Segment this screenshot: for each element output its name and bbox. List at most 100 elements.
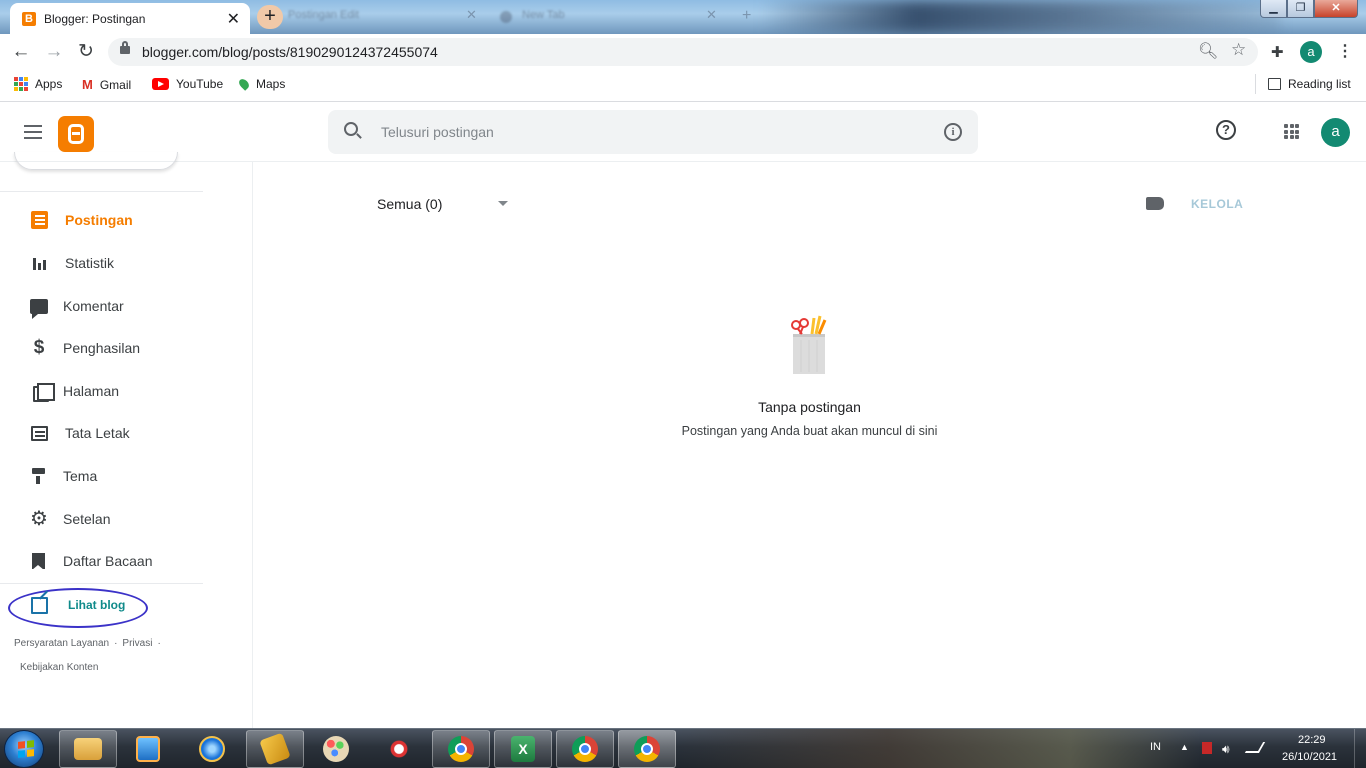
more-menu-icon[interactable]: ⋮	[1337, 41, 1353, 61]
excel-icon: X	[511, 736, 535, 762]
content-policy-link[interactable]: Kebijakan Konten	[20, 662, 98, 673]
bookmark-youtube[interactable]: YouTube	[152, 77, 223, 91]
divider	[0, 191, 203, 192]
taskbar-chrome-3[interactable]	[618, 730, 676, 768]
taskbar-chrome-2[interactable]	[556, 730, 614, 768]
address-bar[interactable]: blogger.com/blog/posts/81902901243724550…	[108, 38, 1258, 66]
browser-tab-strip: Blogger: Postingan ✕ + Postingan Edit ✕ …	[0, 0, 1366, 34]
taskbar-chrome-1[interactable]	[432, 730, 490, 768]
chrome-icon	[634, 736, 660, 762]
show-desktop-button[interactable]	[1354, 729, 1366, 768]
tab-title: Blogger: Postingan	[44, 11, 146, 26]
posts-icon	[31, 211, 48, 229]
start-button[interactable]	[4, 730, 44, 768]
privacy-link[interactable]: Privasi	[122, 638, 152, 649]
sidebar-item-halaman[interactable]: Halaman	[0, 373, 253, 409]
volume-icon[interactable]: 🔊︎	[1222, 742, 1234, 756]
search-icon[interactable]	[344, 122, 358, 136]
clock-date[interactable]: 26/10/2021	[1282, 751, 1337, 763]
sidebar-item-tema[interactable]: Tema	[0, 458, 253, 494]
help-icon[interactable]: ?	[1216, 120, 1236, 140]
lock-icon[interactable]	[120, 41, 130, 54]
taskbar-excel[interactable]: X	[494, 730, 552, 768]
taskbar-internet-explorer[interactable]	[183, 730, 241, 768]
label-tag-icon[interactable]	[1146, 197, 1164, 210]
info-icon[interactable]: i	[944, 123, 962, 141]
sidebar-item-penghasilan[interactable]: $ Penghasilan	[0, 330, 253, 366]
taskbar-snipping-tool[interactable]	[370, 730, 428, 768]
zoom-icon[interactable]: 🔍︎	[1198, 41, 1218, 61]
sidebar-item-postingan[interactable]: Postingan	[0, 202, 253, 238]
sidebar: Postingan Statistik Komentar $ Penghasil…	[0, 152, 253, 728]
divider	[0, 583, 203, 584]
internet-explorer-icon	[199, 736, 225, 762]
blogger-logo[interactable]	[58, 116, 94, 152]
network-signal-icon[interactable]	[1244, 742, 1266, 753]
windows-taskbar: X IN ▲ 🔊︎ 22:29 26/10/2021	[0, 728, 1366, 768]
new-tab-favicon-icon	[500, 11, 512, 23]
close-window-button[interactable]: ✕	[1314, 0, 1358, 18]
profile-avatar[interactable]: a	[1300, 41, 1322, 63]
clock-time[interactable]: 22:29	[1298, 734, 1326, 746]
bookmark-maps[interactable]: Maps	[237, 77, 285, 91]
sidebar-item-label: Postingan	[65, 212, 133, 228]
taskbar-winamp[interactable]	[246, 730, 304, 768]
comment-icon	[30, 298, 48, 319]
bookmark-label: Apps	[35, 77, 63, 91]
sidebar-item-tata-letak[interactable]: Tata Letak	[0, 415, 253, 451]
app-header: Telusuri postingan i ? a	[0, 103, 1366, 162]
bookmark-gmail[interactable]: M Gmail	[82, 77, 131, 92]
search-posts-box[interactable]: Telusuri postingan i	[328, 110, 978, 154]
pages-icon	[33, 383, 55, 402]
dropdown-caret-icon[interactable]	[498, 201, 508, 206]
tab-close-icon[interactable]: ✕	[706, 7, 717, 23]
new-tab-icon[interactable]: +	[742, 7, 751, 25]
manage-labels-button[interactable]: KELOLA	[1191, 197, 1243, 211]
sidebar-item-komentar[interactable]: Komentar	[0, 288, 253, 324]
back-arrow-icon[interactable]: ←	[10, 41, 32, 63]
empty-state-title: Tanpa postingan	[758, 399, 861, 415]
theme-icon	[30, 467, 48, 485]
restore-button[interactable]: ❐	[1287, 0, 1314, 18]
tab-close-icon[interactable]: ✕	[227, 9, 240, 29]
new-tab-button[interactable]: +	[257, 5, 283, 29]
divider	[1255, 74, 1256, 94]
show-hidden-icons-icon[interactable]: ▲	[1180, 742, 1192, 754]
bookmark-star-icon[interactable]: ☆	[1231, 40, 1246, 60]
tab-new-tab[interactable]: New Tab	[522, 9, 565, 21]
browser-toolbar: ← → ↻ blogger.com/blog/posts/81902901243…	[0, 34, 1366, 70]
google-apps-icon[interactable]	[1284, 124, 1299, 139]
taskbar-explorer[interactable]	[59, 730, 117, 768]
reading-list-button[interactable]: Reading list	[1268, 77, 1351, 91]
search-input[interactable]: Telusuri postingan	[381, 124, 494, 140]
blogger-favicon-icon	[22, 11, 36, 26]
posts-filter-dropdown[interactable]: Semua (0)	[377, 196, 442, 212]
forward-arrow-icon[interactable]: →	[43, 41, 65, 63]
account-avatar[interactable]: a	[1321, 118, 1350, 147]
language-indicator[interactable]: IN	[1150, 741, 1161, 753]
sidebar-item-setelan[interactable]: ⚙ Setelan	[0, 501, 253, 537]
view-blog-link[interactable]: Lihat blog	[0, 587, 200, 628]
taskbar-paint[interactable]	[307, 730, 365, 768]
sidebar-footer: Persyaratan Layanan · Privasi · Kebijakan K…	[14, 638, 161, 673]
tab-postingan-edit[interactable]: Postingan Edit	[288, 9, 359, 21]
reload-icon[interactable]: ↻	[75, 41, 97, 63]
extensions-puzzle-icon[interactable]: ✚	[1271, 43, 1284, 61]
sidebar-item-label: Penghasilan	[63, 340, 141, 356]
bookmark-apps[interactable]: Apps	[14, 77, 62, 91]
url-text[interactable]: blogger.com/blog/posts/81902901243724550…	[142, 44, 438, 60]
sidebar-item-label: Daftar Bacaan	[63, 553, 153, 569]
action-center-icon[interactable]	[1202, 742, 1212, 754]
terms-link[interactable]: Persyaratan Layanan	[14, 638, 109, 649]
posts-main: Semua (0) KELOLA Tanpa postingan Posting…	[253, 162, 1366, 728]
tab-close-icon[interactable]: ✕	[466, 7, 477, 23]
sidebar-item-daftar-bacaan[interactable]: Daftar Bacaan	[0, 543, 253, 579]
sidebar-item-statistik[interactable]: Statistik	[0, 245, 253, 281]
hamburger-menu-icon[interactable]	[24, 125, 42, 143]
tab-blogger-postingan[interactable]: Blogger: Postingan ✕	[10, 3, 250, 34]
taskbar-media-player[interactable]	[119, 730, 177, 768]
new-post-button[interactable]	[14, 152, 178, 170]
dollar-icon: $	[33, 337, 45, 358]
empty-posts-illustration-icon	[791, 315, 827, 374]
minimize-button[interactable]: ▁	[1260, 0, 1287, 18]
